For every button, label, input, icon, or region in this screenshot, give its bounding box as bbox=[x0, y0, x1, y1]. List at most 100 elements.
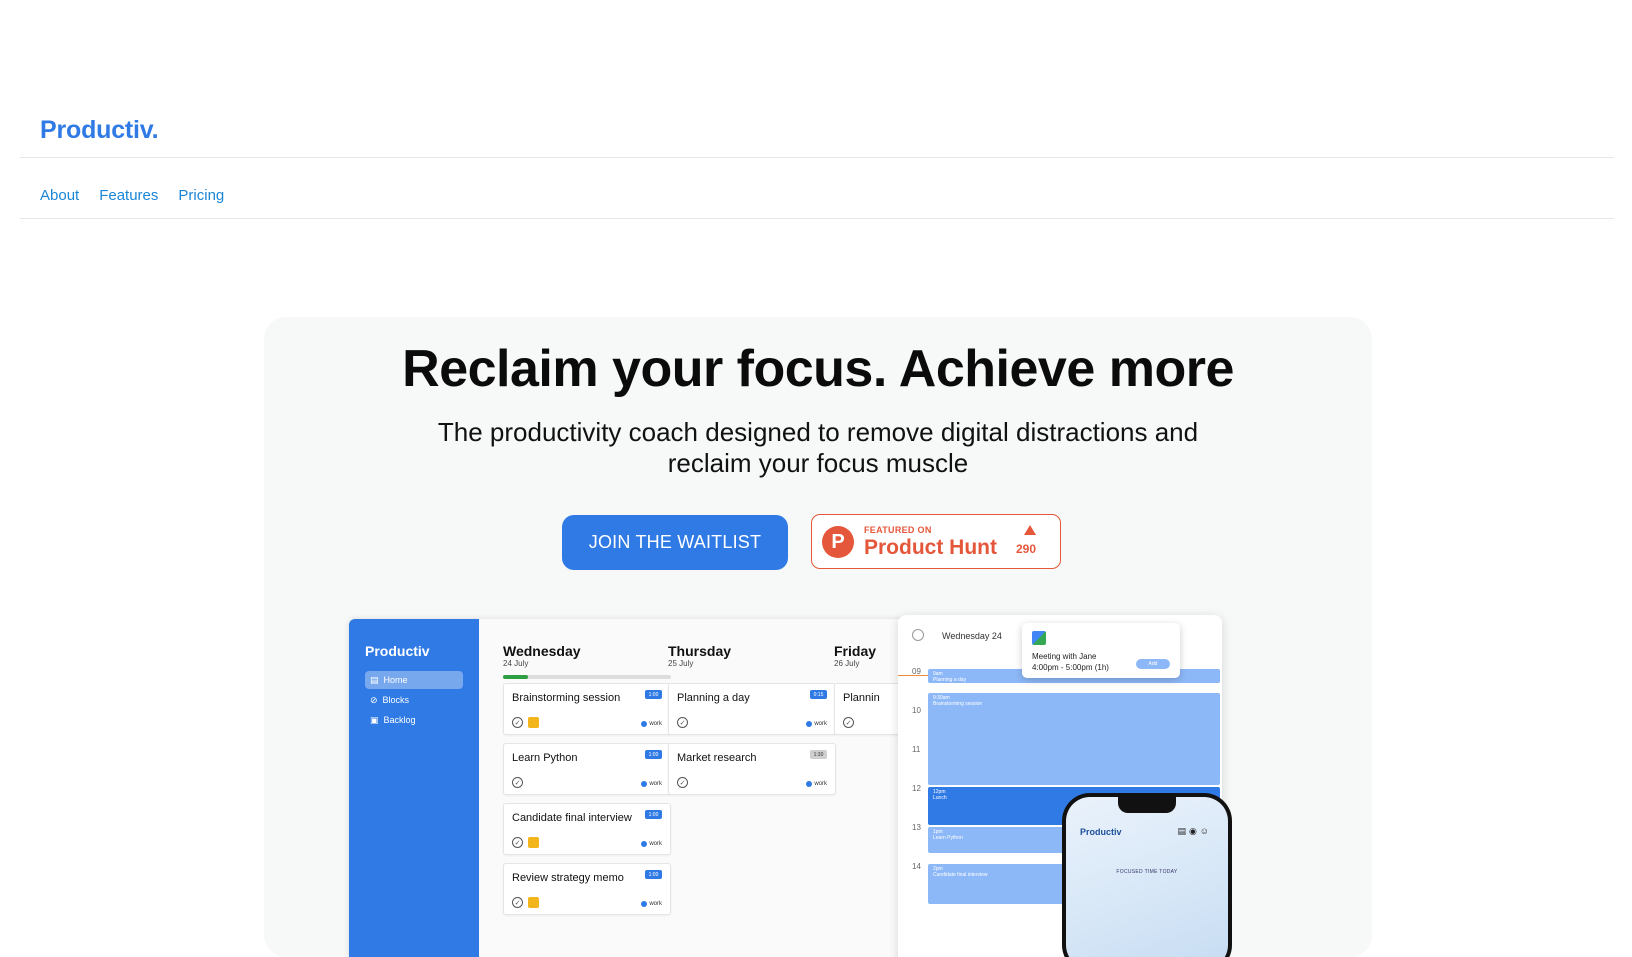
nav-features-link[interactable]: Features bbox=[99, 187, 158, 204]
day-date: 26 July bbox=[834, 659, 860, 668]
day-date: 24 July bbox=[503, 659, 529, 668]
sidebar-item-label: Backlog bbox=[383, 715, 416, 725]
main-nav: About Features Pricing bbox=[40, 187, 224, 204]
meeting-time: 4:00pm - 5:00pm (1h) bbox=[1032, 663, 1109, 672]
event-label: 9:30am Brainstorming session bbox=[933, 695, 983, 707]
task-tag: work bbox=[641, 841, 662, 847]
phone-mockup: Productiv ▤◉☺ FOCUSED TIME TODAY bbox=[1062, 793, 1232, 957]
logo[interactable]: Productiv. bbox=[40, 116, 159, 145]
tag-label: work bbox=[814, 781, 827, 787]
day-name: Wednesday bbox=[503, 643, 581, 659]
task-title: Learn Python bbox=[512, 752, 578, 764]
star-flag-icon bbox=[528, 897, 539, 908]
task-card: Brainstorming session 1:00 ✓ work bbox=[503, 683, 671, 735]
clock-icon bbox=[912, 629, 924, 641]
google-calendar-icon bbox=[1032, 631, 1046, 645]
tag-label: work bbox=[649, 781, 662, 787]
check-icon: ✓ bbox=[677, 777, 688, 788]
task-card: Review strategy memo 1:00 ✓ work bbox=[503, 863, 671, 915]
task-tag: work bbox=[806, 781, 827, 787]
tag-dot bbox=[641, 841, 648, 847]
task-card: Planning a day 0:15 ✓ work bbox=[668, 683, 836, 735]
day-column-header: Thursday 25 July bbox=[668, 643, 731, 668]
event-label: 9am Planning a day bbox=[933, 671, 967, 683]
duration-badge: 1:30 bbox=[810, 750, 827, 759]
hour-label: 12 bbox=[912, 784, 921, 793]
task-card: Market research 1:30 ✓ work bbox=[668, 743, 836, 795]
task-title: Brainstorming session bbox=[512, 692, 621, 704]
task-card: Candidate final interview 1:00 ✓ work bbox=[503, 803, 671, 855]
tag-label: work bbox=[814, 721, 827, 727]
nav-about-link[interactable]: About bbox=[40, 187, 79, 204]
task-title: Market research bbox=[677, 752, 757, 764]
product-hunt-logo-icon: P bbox=[822, 526, 854, 558]
meeting-title: Meeting with Jane bbox=[1032, 652, 1097, 661]
duration-badge: 1:00 bbox=[645, 750, 662, 759]
event-label: 1pm Learn Python bbox=[933, 829, 963, 841]
tag-dot bbox=[641, 901, 648, 907]
progress-fill bbox=[503, 675, 529, 679]
sidebar-item-backlog: ▣ Backlog bbox=[365, 711, 463, 729]
hour-label: 11 bbox=[912, 745, 921, 754]
day-name: Thursday bbox=[668, 643, 732, 659]
app-preview: Productiv ▤ Home ⊘ Blocks ▣ Backlog Wedn… bbox=[349, 619, 909, 957]
check-icon: ✓ bbox=[843, 717, 854, 728]
phone-toolbar-icons: ▤◉☺ bbox=[1177, 826, 1212, 836]
focused-time-label: FOCUSED TIME TODAY bbox=[1116, 869, 1178, 875]
header-divider bbox=[20, 157, 1614, 158]
nav-divider bbox=[20, 218, 1614, 219]
sidebar-item-home: ▤ Home bbox=[365, 671, 463, 689]
task-title: Candidate final interview bbox=[512, 812, 632, 824]
task-tag: work bbox=[641, 901, 662, 907]
folder-icon: ▣ bbox=[370, 714, 379, 725]
add-meeting-button: Add bbox=[1136, 659, 1170, 669]
tag-dot bbox=[806, 781, 813, 787]
task-tag: work bbox=[806, 721, 827, 727]
block-icon: ⊘ bbox=[370, 694, 378, 705]
tag-label: work bbox=[649, 721, 662, 727]
tag-label: work bbox=[649, 901, 662, 907]
star-flag-icon bbox=[528, 717, 539, 728]
duration-badge: 1:00 bbox=[645, 690, 662, 699]
sidebar-item-blocks: ⊘ Blocks bbox=[365, 691, 463, 709]
check-icon: ✓ bbox=[512, 837, 523, 848]
nav-pricing-link[interactable]: Pricing bbox=[178, 187, 224, 204]
product-hunt-name: Product Hunt bbox=[864, 536, 997, 559]
product-hunt-badge[interactable]: P FEATURED ON Product Hunt 290 bbox=[811, 514, 1061, 569]
meeting-popup: Meeting with Jane 4:00pm - 5:00pm (1h) A… bbox=[1022, 623, 1180, 678]
duration-badge: 0:15 bbox=[810, 690, 827, 699]
task-tag: work bbox=[641, 781, 662, 787]
hour-label: 13 bbox=[912, 823, 921, 832]
meeting-details: Meeting with Jane 4:00pm - 5:00pm (1h) bbox=[1032, 651, 1109, 673]
check-icon: ✓ bbox=[512, 717, 523, 728]
day-date: 25 July bbox=[668, 659, 694, 668]
join-waitlist-button[interactable]: JOIN THE WAITLIST bbox=[562, 515, 788, 570]
current-time-line bbox=[898, 675, 928, 676]
tag-dot bbox=[641, 721, 648, 727]
phone-screen: Productiv ▤◉☺ FOCUSED TIME TODAY bbox=[1066, 797, 1228, 957]
day-name: Friday bbox=[834, 643, 877, 659]
hero-title: Reclaim your focus. Achieve more bbox=[402, 340, 1234, 398]
hero-section: Reclaim your focus. Achieve more The pro… bbox=[264, 317, 1372, 957]
product-hunt-featured-label: FEATURED ON bbox=[864, 525, 932, 535]
app-brand: Productiv bbox=[365, 643, 430, 659]
phone-brand: Productiv bbox=[1080, 827, 1122, 837]
tag-label: work bbox=[649, 841, 662, 847]
home-icon: ▤ bbox=[370, 674, 379, 685]
duration-badge: 1:00 bbox=[645, 870, 662, 879]
hero-subtitle: The productivity coach designed to remov… bbox=[437, 417, 1199, 478]
phone-notch bbox=[1118, 797, 1176, 813]
check-icon: ✓ bbox=[512, 777, 523, 788]
task-card: Learn Python 1:00 ✓ work bbox=[503, 743, 671, 795]
task-title: Review strategy memo bbox=[512, 872, 624, 884]
sidebar-item-label: Home bbox=[383, 675, 408, 685]
calendar-event: 9:30am Brainstorming session bbox=[928, 693, 1220, 785]
event-label: 12pm Lunch bbox=[933, 789, 947, 801]
duration-badge: 1:00 bbox=[645, 810, 662, 819]
check-icon: ✓ bbox=[512, 897, 523, 908]
day-progress-bar bbox=[503, 675, 671, 679]
day-column-header: Friday 26 July bbox=[834, 643, 876, 668]
calendar-title: Wednesday 24 bbox=[942, 631, 1002, 641]
app-sidebar: Productiv ▤ Home ⊘ Blocks ▣ Backlog bbox=[349, 619, 479, 957]
product-hunt-count: 290 bbox=[1016, 542, 1037, 556]
